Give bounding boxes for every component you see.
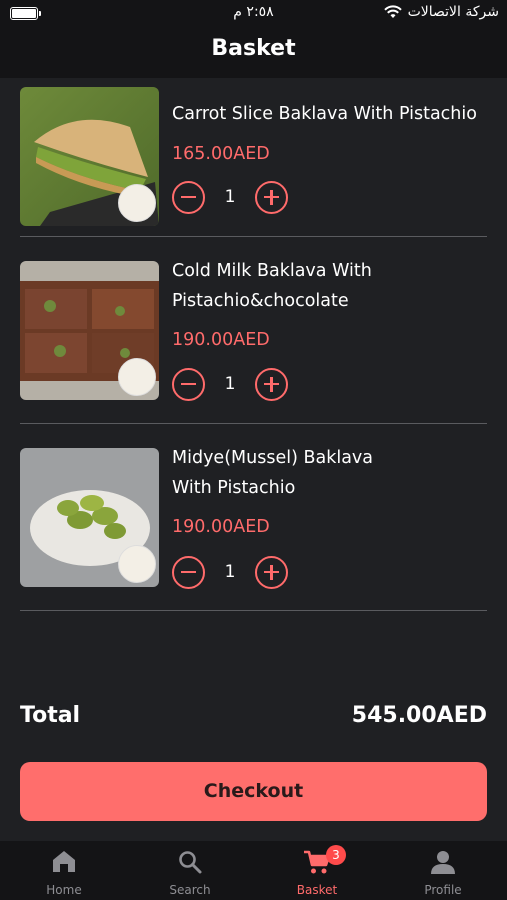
checkout-button[interactable]: Checkout — [20, 762, 487, 821]
total-label: Total — [20, 703, 81, 728]
minus-icon — [181, 382, 196, 385]
item-title-line: Cold Milk Baklava With — [172, 261, 372, 281]
tab-label: Search — [169, 883, 211, 897]
quantity-stepper: 1 — [172, 366, 288, 402]
decrease-quantity-button[interactable] — [172, 555, 205, 589]
item-price: 190.00AED — [172, 517, 270, 537]
divider — [20, 610, 487, 611]
item-title-line: Carrot Slice Baklava With Pistachio — [172, 104, 477, 124]
item-title: Carrot Slice Baklava With Pistachio — [172, 99, 487, 129]
item-title: Midye(Mussel) Baklava With Pistachio — [172, 443, 487, 503]
brand-logo — [118, 358, 156, 396]
home-icon — [53, 851, 75, 872]
brand-logo — [118, 545, 156, 583]
app-header: ٢:٥٨ م شركة الاتصالات Basket — [0, 0, 507, 78]
total-value: 545.00AED — [351, 703, 487, 728]
increase-quantity-button[interactable] — [255, 555, 288, 589]
tab-home[interactable]: Home — [1, 841, 127, 900]
search-icon — [179, 851, 202, 874]
tab-label: Profile — [424, 883, 462, 897]
quantity-value: 1 — [224, 187, 236, 207]
status-bar: ٢:٥٨ م شركة الاتصالات — [0, 0, 507, 28]
tab-label: Basket — [296, 883, 338, 897]
tab-search[interactable]: Search — [127, 841, 253, 900]
cart-count-badge: 3 — [326, 845, 346, 865]
tab-basket[interactable]: 3 Basket — [254, 841, 380, 900]
basket-item: Midye(Mussel) Baklava With Pistachio 190… — [20, 448, 487, 598]
quantity-value: 1 — [224, 562, 236, 582]
item-title: Cold Milk Baklava With Pistachio&chocola… — [172, 256, 487, 316]
product-image — [20, 87, 159, 226]
basket-item: Cold Milk Baklava With Pistachio&chocola… — [20, 261, 487, 411]
item-price: 190.00AED — [172, 330, 270, 350]
increase-quantity-button[interactable] — [255, 180, 288, 214]
status-carrier: شركة الاتصالات — [383, 4, 499, 20]
item-price: 165.00AED — [172, 144, 270, 164]
profile-icon — [431, 851, 455, 874]
wifi-icon — [383, 5, 402, 18]
basket-item: Carrot Slice Baklava With Pistachio 165.… — [20, 87, 487, 237]
product-image — [20, 261, 159, 400]
tab-label: Home — [46, 883, 82, 897]
item-title-line: With Pistachio — [172, 478, 296, 498]
divider — [20, 423, 487, 424]
minus-icon — [181, 570, 196, 573]
quantity-stepper: 1 — [172, 179, 288, 215]
carrier-name: شركة الاتصالات — [407, 4, 499, 20]
tab-profile[interactable]: Profile — [380, 841, 506, 900]
quantity-value: 1 — [224, 374, 236, 394]
quantity-stepper: 1 — [172, 554, 288, 590]
tab-bar: Home Search 3 Basket Profile — [0, 841, 507, 900]
item-title-line: Midye(Mussel) Baklava — [172, 448, 373, 468]
decrease-quantity-button[interactable] — [172, 367, 205, 401]
item-title-line: Pistachio&chocolate — [172, 291, 349, 311]
brand-logo — [118, 184, 156, 222]
decrease-quantity-button[interactable] — [172, 180, 205, 214]
minus-icon — [181, 195, 196, 198]
divider — [20, 236, 487, 237]
product-image — [20, 448, 159, 587]
increase-quantity-button[interactable] — [255, 367, 288, 401]
page-title: Basket — [211, 36, 296, 61]
